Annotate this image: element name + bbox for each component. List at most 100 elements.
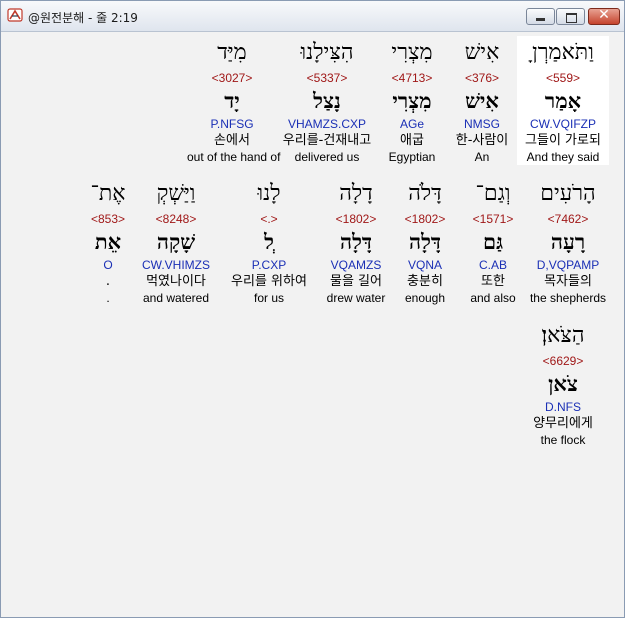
app-logo-icon xyxy=(7,8,23,22)
english-gloss: the shepherds xyxy=(529,291,607,305)
korean-gloss: 우리를 위하여 xyxy=(231,274,307,289)
korean-gloss: 한-사람이 xyxy=(455,133,509,148)
strong-number: <559> xyxy=(545,71,581,85)
english-gloss: and also xyxy=(470,291,516,305)
interlinear-view: וַתֹּאמַרְןָ <559> אָמַר CW.VQIFZP 그들이 가로되 An… xyxy=(5,32,617,611)
korean-gloss: 목자들의 xyxy=(544,274,592,289)
title-bar[interactable]: @원전분해 - 줄 2:19 ✕ xyxy=(1,1,624,32)
english-gloss: and watered xyxy=(142,291,210,305)
parsing-code: P.NFSG xyxy=(210,117,254,131)
english-gloss: out of the hand of xyxy=(187,150,281,164)
strong-number: <853> xyxy=(90,212,126,226)
lemma-word: גַּם xyxy=(482,229,504,254)
window-title: @원전분해 - 줄 2:19 xyxy=(28,11,138,25)
word-cell[interactable]: הַצֹּאן׃ <6629> צֹאן D.NFS 양무리에게 the flock xyxy=(517,319,609,448)
korean-gloss: 또한 xyxy=(481,274,505,289)
lemma-word: מִצְרִי xyxy=(392,88,432,113)
strong-number: <.> xyxy=(260,212,278,226)
korean-gloss: 충분히 xyxy=(407,274,443,289)
korean-gloss: 그들이 가로되 xyxy=(525,133,601,148)
hebrew-word: לָנוּ xyxy=(257,181,281,206)
lemma-word: רָעָה xyxy=(550,229,586,254)
hebrew-word: וַתֹּאמַרְןָ xyxy=(532,40,594,65)
english-gloss: the flock xyxy=(540,433,586,447)
close-icon: ✕ xyxy=(598,7,610,23)
lemma-word: צֹאן xyxy=(548,371,578,396)
english-gloss: And they said xyxy=(526,150,600,164)
english-gloss: delivered us xyxy=(294,150,360,164)
maximize-icon xyxy=(566,13,577,23)
korean-gloss: 물을 길어 xyxy=(330,274,382,289)
korean-gloss: 우리를-건재내고 xyxy=(282,133,372,148)
word-cell[interactable]: מִיַּד <3027> יָד P.NFSG 손에서 out of the hand … xyxy=(187,36,281,165)
word-cell[interactable]: לָנוּ <.>ְל P.CXP 우리를 위하여 for us xyxy=(217,177,321,306)
parsing-code: VQAMZS xyxy=(330,258,382,272)
word-cell[interactable]: אֶת־ <853> אֵת O.. xyxy=(81,177,135,306)
korean-gloss: 손에서 xyxy=(214,133,250,148)
strong-number: <1802> xyxy=(335,212,377,226)
english-gloss: drew water xyxy=(326,291,386,305)
strong-number: <8248> xyxy=(155,212,197,226)
parsing-code: D,VQPAMP xyxy=(536,258,600,272)
english-gloss: enough xyxy=(404,291,446,305)
parsing-code: O xyxy=(103,258,113,272)
parsing-code: NMSG xyxy=(464,117,500,131)
word-cell[interactable]: דָּלֹה <1802> דָּלָה VQNA 충분히 enough xyxy=(391,177,459,306)
lemma-word: אֵת xyxy=(94,229,122,254)
parsing-code: D.NFS xyxy=(545,400,581,414)
minimize-icon xyxy=(536,18,545,21)
korean-gloss: 애굽 xyxy=(400,133,424,148)
hebrew-word: הִצִּילָנוּ xyxy=(300,40,354,65)
hebrew-word: אֶת־ xyxy=(90,181,126,206)
parsing-code: CW.VHIMZS xyxy=(142,258,210,272)
strong-number: <1571> xyxy=(472,212,514,226)
strong-number: <4713> xyxy=(391,71,433,85)
hebrew-word: דָלָה xyxy=(339,181,373,206)
app-window: @원전분해 - 줄 2:19 ✕ וַתֹּאמַרְןָ <559> אָמַר C… xyxy=(0,0,625,618)
hebrew-word: הַצֹּאן׃ xyxy=(541,323,585,348)
lemma-word: דָּלָה xyxy=(339,229,372,254)
lemma-word: ְל xyxy=(264,229,274,254)
parsing-code: P.CXP xyxy=(251,258,287,272)
hebrew-word: דָּלֹה xyxy=(408,181,442,206)
english-gloss: for us xyxy=(253,291,284,305)
strong-number: <1802> xyxy=(404,212,446,226)
word-cell[interactable]: וַתֹּאמַרְןָ <559> אָמַר CW.VQIFZP 그들이 가로되 An… xyxy=(517,36,609,165)
word-cell[interactable]: הִצִּילָנוּ <5337> נָצַל VHAMZS.CXP 우리를-건재내고… xyxy=(277,36,377,165)
parsing-code: VHAMZS.CXP xyxy=(287,117,366,131)
english-gloss: Egyptian xyxy=(388,150,436,164)
parsing-code: AGe xyxy=(399,117,424,131)
lemma-word: אִישׁ xyxy=(465,88,499,113)
lemma-word: אָמַר xyxy=(544,88,582,113)
hebrew-word: וְגַם־ xyxy=(475,181,511,206)
lemma-word: דָּלָה xyxy=(408,229,441,254)
parsing-code: C.AB xyxy=(478,258,507,272)
word-cell[interactable]: אִישׁ <376> אִישׁ NMSG 한-사람이 An xyxy=(447,36,517,165)
strong-number: <3027> xyxy=(211,71,253,85)
word-cell[interactable]: וְגַם־ <1571> גַּם C.AB 또한 and also xyxy=(459,177,527,306)
english-gloss: . xyxy=(106,291,110,305)
word-cell[interactable]: וַיַּשְׁקְ <8248> שָׁקָה CW.VHIMZS 먹였나이다 and … xyxy=(135,177,217,306)
word-cell[interactable]: דָלָה <1802> דָּלָה VQAMZS 물을 길어 drew water xyxy=(321,177,391,306)
strong-number: <376> xyxy=(464,71,500,85)
hebrew-word: וַיַּשְׁקְ xyxy=(156,181,196,206)
strong-number: <5337> xyxy=(306,71,348,85)
korean-gloss: 양무리에게 xyxy=(533,416,593,431)
english-gloss: An xyxy=(474,150,490,164)
hebrew-word: אִישׁ xyxy=(464,40,500,65)
lemma-word: נָצַל xyxy=(313,88,341,113)
hebrew-word: הָרֹעִים xyxy=(540,181,596,206)
strong-number: <7462> xyxy=(547,212,589,226)
maximize-button[interactable] xyxy=(556,8,585,25)
close-button[interactable]: ✕ xyxy=(588,7,620,25)
minimize-button[interactable] xyxy=(526,8,555,25)
hebrew-word: מִיַּד xyxy=(217,40,247,65)
word-cell[interactable]: הָרֹעִים <7462> רָעָה D,VQPAMP 목자들의 the sheph… xyxy=(527,177,609,306)
word-cell[interactable]: מִצְרִי <4713> מִצְרִי AGe 애굽 Egyptian xyxy=(377,36,447,165)
lemma-word: שָׁקָה xyxy=(156,229,196,254)
parsing-code: CW.VQIFZP xyxy=(530,117,596,131)
parsing-code: VQNA xyxy=(407,258,442,272)
korean-gloss: 먹였나이다 xyxy=(146,274,206,289)
strong-number: <6629> xyxy=(542,354,584,368)
korean-gloss: . xyxy=(105,274,111,289)
